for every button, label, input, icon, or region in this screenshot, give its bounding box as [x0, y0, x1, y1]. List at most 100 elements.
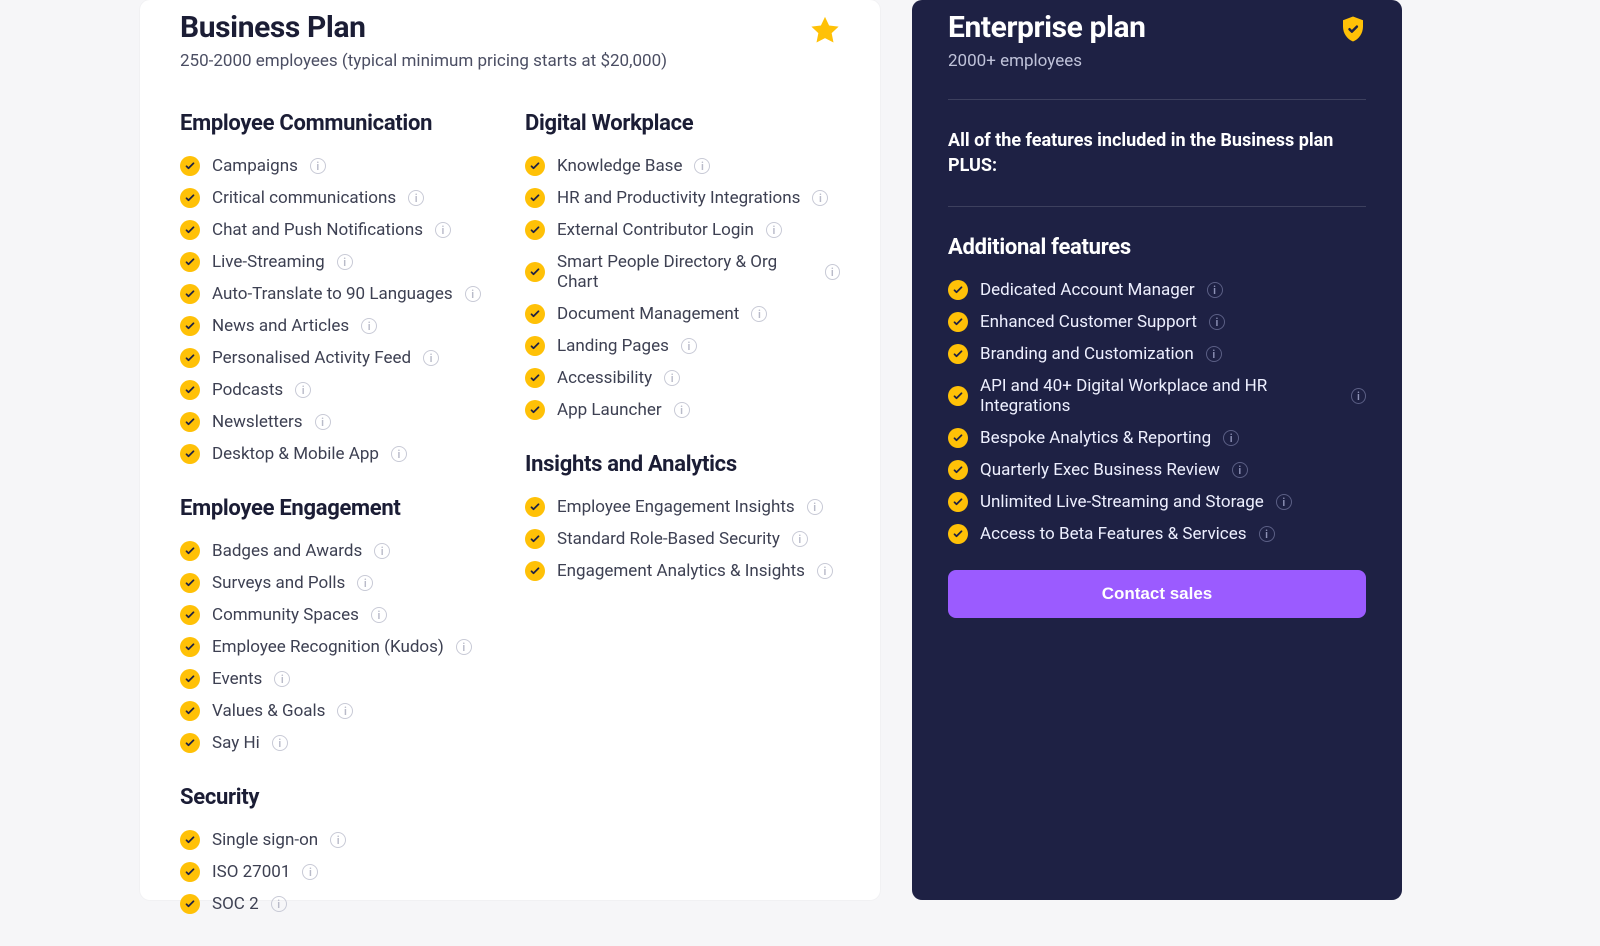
- enterprise-additional-heading: Additional features: [948, 235, 1366, 260]
- info-icon[interactable]: i: [674, 402, 690, 418]
- feature-label: Engagement Analytics & Insights: [557, 561, 805, 581]
- info-icon[interactable]: i: [435, 222, 451, 238]
- check-icon: [180, 830, 200, 850]
- feature-row: Quarterly Exec Business Review i: [948, 454, 1366, 486]
- check-icon: [525, 400, 545, 420]
- star-icon: [808, 14, 842, 52]
- check-icon: [180, 605, 200, 625]
- enterprise-plan-title: Enterprise plan: [948, 10, 1366, 45]
- check-icon: [180, 541, 200, 561]
- info-icon[interactable]: i: [1206, 346, 1222, 362]
- enterprise-plus-line: All of the features included in the Busi…: [948, 128, 1366, 178]
- enterprise-plan-card: Enterprise plan 2000+ employees All of t…: [912, 0, 1402, 900]
- contact-sales-button[interactable]: Contact sales: [948, 570, 1366, 618]
- info-icon[interactable]: i: [694, 158, 710, 174]
- feature-label: Knowledge Base: [557, 156, 682, 176]
- check-icon: [948, 460, 968, 480]
- info-icon[interactable]: i: [272, 735, 288, 751]
- info-icon[interactable]: i: [751, 306, 767, 322]
- info-icon[interactable]: i: [357, 575, 373, 591]
- feature-row: Smart People Directory & Org Chart i: [525, 246, 840, 298]
- feature-row: Eventsi: [180, 663, 495, 695]
- feature-label: Enhanced Customer Support: [980, 312, 1197, 332]
- info-icon[interactable]: i: [337, 254, 353, 270]
- info-icon[interactable]: i: [302, 864, 318, 880]
- check-icon: [948, 524, 968, 544]
- feature-label: Say Hi: [212, 733, 260, 753]
- check-icon: [525, 220, 545, 240]
- feature-row: Newsletters i: [180, 406, 495, 438]
- check-icon: [180, 220, 200, 240]
- check-icon: [525, 368, 545, 388]
- info-icon[interactable]: i: [408, 190, 424, 206]
- info-icon[interactable]: i: [664, 370, 680, 386]
- info-icon[interactable]: i: [1207, 282, 1223, 298]
- info-icon[interactable]: i: [1259, 526, 1275, 542]
- check-icon: [525, 336, 545, 356]
- info-icon[interactable]: i: [295, 382, 311, 398]
- info-icon[interactable]: i: [310, 158, 326, 174]
- check-icon: [948, 280, 968, 300]
- info-icon[interactable]: i: [766, 222, 782, 238]
- feature-label: Live-Streaming: [212, 252, 325, 272]
- feature-row: Employee Recognition (Kudos)i: [180, 631, 495, 663]
- feature-row: Desktop & Mobile App i: [180, 438, 495, 470]
- info-icon[interactable]: i: [825, 264, 840, 280]
- feature-group-heading: Employee Communication: [180, 111, 495, 136]
- business-plan-title: Business Plan: [180, 10, 840, 45]
- info-icon[interactable]: i: [315, 414, 331, 430]
- feature-label: Quarterly Exec Business Review: [980, 460, 1220, 480]
- feature-label: Smart People Directory & Org Chart: [557, 252, 813, 292]
- info-icon[interactable]: i: [1209, 314, 1225, 330]
- feature-group: Employee Communication Campaigns i Critical…: [180, 111, 495, 470]
- info-icon[interactable]: i: [812, 190, 828, 206]
- info-icon[interactable]: i: [792, 531, 808, 547]
- check-icon: [180, 669, 200, 689]
- check-icon: [525, 188, 545, 208]
- check-icon: [180, 380, 200, 400]
- feature-row: Access to Beta Features & Servicesi: [948, 518, 1366, 550]
- check-icon: [948, 492, 968, 512]
- check-icon: [180, 348, 200, 368]
- info-icon[interactable]: i: [1223, 430, 1239, 446]
- feature-label: Campaigns: [212, 156, 298, 176]
- feature-row: HR and Productivity Integrationsi: [525, 182, 840, 214]
- info-icon[interactable]: i: [1276, 494, 1292, 510]
- feature-row: Personalised Activity Feedi: [180, 342, 495, 374]
- feature-group-heading: Insights and Analytics: [525, 452, 840, 477]
- feature-label: Branding and Customization: [980, 344, 1194, 364]
- feature-label: Critical communications: [212, 188, 396, 208]
- info-icon[interactable]: i: [337, 703, 353, 719]
- info-icon[interactable]: i: [361, 318, 377, 334]
- info-icon[interactable]: i: [330, 832, 346, 848]
- info-icon[interactable]: i: [807, 499, 823, 515]
- info-icon[interactable]: i: [371, 607, 387, 623]
- info-icon[interactable]: i: [456, 639, 472, 655]
- info-icon[interactable]: i: [817, 563, 833, 579]
- info-icon[interactable]: i: [423, 350, 439, 366]
- feature-label: Chat and Push Notifications: [212, 220, 423, 240]
- feature-row: Community Spacesi: [180, 599, 495, 631]
- info-icon[interactable]: i: [391, 446, 407, 462]
- check-icon: [180, 733, 200, 753]
- feature-label: Single sign-on: [212, 830, 318, 850]
- info-icon[interactable]: i: [1351, 388, 1366, 404]
- feature-label: Badges and Awards: [212, 541, 362, 561]
- feature-label: Desktop & Mobile App: [212, 444, 379, 464]
- check-icon: [180, 573, 200, 593]
- feature-row: Landing Pagesi: [525, 330, 840, 362]
- feature-label: SOC 2: [212, 894, 259, 914]
- info-icon[interactable]: i: [274, 671, 290, 687]
- check-icon: [525, 156, 545, 176]
- info-icon[interactable]: i: [374, 543, 390, 559]
- info-icon[interactable]: i: [1232, 462, 1248, 478]
- info-icon[interactable]: i: [681, 338, 697, 354]
- info-icon[interactable]: i: [271, 896, 287, 912]
- info-icon[interactable]: i: [465, 286, 481, 302]
- feature-row: Say Hi i: [180, 727, 495, 759]
- check-icon: [180, 862, 200, 882]
- feature-label: Auto-Translate to 90 Languages: [212, 284, 453, 304]
- feature-label: Newsletters: [212, 412, 303, 432]
- feature-label: API and 40+ Digital Workplace and HR Int…: [980, 376, 1339, 416]
- check-icon: [180, 284, 200, 304]
